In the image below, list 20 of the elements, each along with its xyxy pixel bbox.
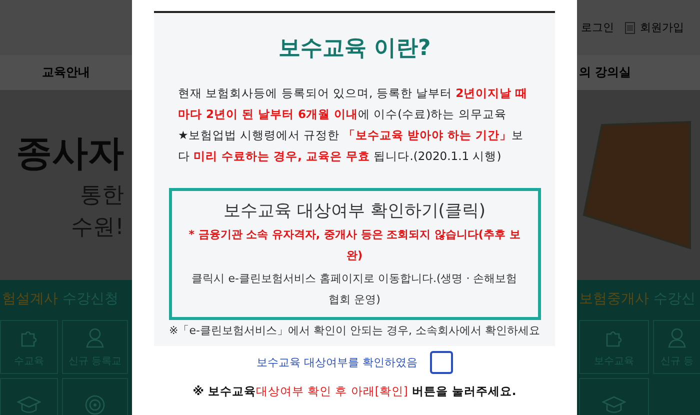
description-text: ★보험업법 시행령에서 규정한 「보수교육 받아야 하는 기간」보다 미리 수료하는 경우, 교육은 무효 됩니다.(2020.1.1 시행) bbox=[177, 127, 524, 165]
nav-menu-item[interactable]: 교육안내 bbox=[42, 64, 90, 81]
header-link[interactable]: 로그인 bbox=[581, 20, 614, 35]
graduation-cap-icon bbox=[602, 395, 626, 415]
document-icon bbox=[625, 22, 635, 34]
confirm-checkbox[interactable] bbox=[430, 351, 452, 374]
user-icon bbox=[84, 326, 106, 348]
graduation-cap-icon bbox=[17, 395, 41, 415]
eligibility-check-link[interactable]: 보수교육 대상여부 확인하기(클릭) * 금융기관 소속 유자격자, 중개사 등은 조회되지 않습니다(추후 보완) 클릭시 e-클린보험서비스 홈페이지로 이동합니다.(생명 · 손해보험협회 운영) bbox=[168, 188, 540, 320]
modal-title: 보수교육 이란? bbox=[278, 35, 431, 63]
instruction-text: ※ 보수교육대상여부 확인 후 아래[확인] 버튼을 눌러주세요. bbox=[192, 384, 516, 399]
note-text: ※「e-클린보험서비스」에서 확인이 안되는 경우, 소속회사에서 확인하세요 bbox=[169, 323, 540, 338]
header-link[interactable]: 회원가입 bbox=[640, 20, 684, 35]
info-text: 클릭시 e-클린보험서비스 홈페이지로 이동합니다.(생명 · 손해보험협회 운영) bbox=[190, 271, 518, 308]
confirm-label: 보수교육 대상여부를 확인하였음 bbox=[256, 355, 418, 370]
user-icon bbox=[666, 326, 688, 348]
description-text: 현재 보험회사등에 등록되어 있으며, 등록한 날부터 2년이지날 때마다 2년이 된 날부터 6개월 이내 에 이수(수료)하는 의무교육 bbox=[177, 85, 529, 123]
warning-text: * 금융기관 소속 유자격자, 중개사 등은 조회되지 않습니다(추후 보완) bbox=[188, 227, 522, 264]
link-title: 보수교육 대상여부 확인하기(클릭) bbox=[223, 200, 486, 222]
target-icon bbox=[84, 394, 106, 415]
